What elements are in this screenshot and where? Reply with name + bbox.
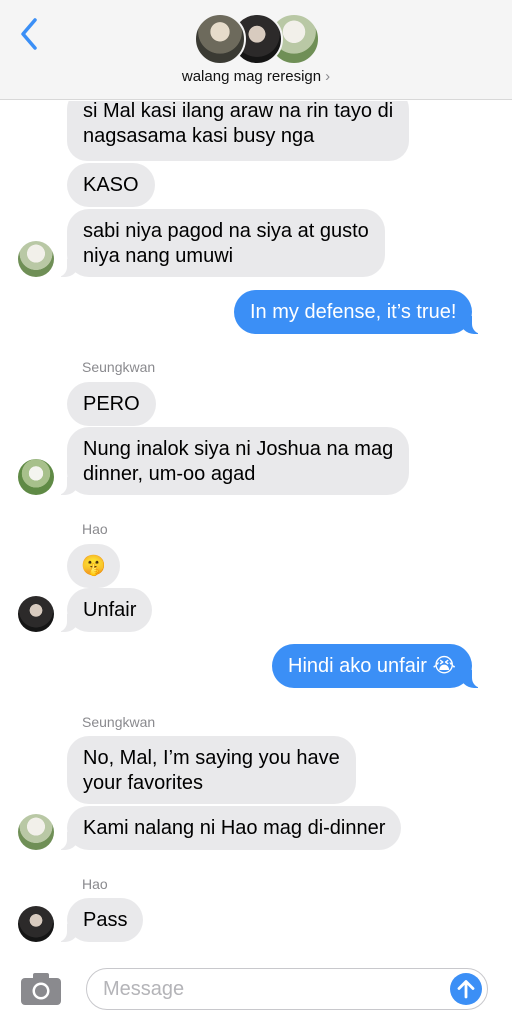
- message-text: In my defense, it’s true!: [250, 301, 457, 323]
- message-text: nagsasama kasi busy nga: [83, 125, 315, 147]
- message-bubble[interactable]: Kami nalang ni Hao mag di-dinner: [56, 806, 402, 850]
- chevron-right-icon: ›: [325, 68, 331, 85]
- message-bubble[interactable]: Nung inalok siya ni Joshua na mag dinner…: [56, 427, 410, 495]
- message-text: sabi niya pagod na siya at gusto: [83, 220, 369, 242]
- message-text: niya nang umuwi: [83, 245, 234, 267]
- message-text: PERO: [83, 393, 140, 415]
- contact-avatar[interactable]: [18, 459, 54, 495]
- send-button[interactable]: [450, 973, 482, 1005]
- group-name: walang mag reresign: [181, 68, 322, 85]
- composer-bar: [0, 958, 512, 1024]
- message-bubble[interactable]: No, Mal, I’m saying you have your favori…: [67, 736, 356, 804]
- outgoing-message-bubble[interactable]: Hindi ako unfair 😭: [272, 644, 482, 688]
- message-list[interactable]: si Mal kasi ilang araw na rin tayo di na…: [0, 101, 512, 957]
- camera-button[interactable]: [20, 972, 62, 1006]
- message-input[interactable]: [86, 968, 488, 1010]
- message-bubble[interactable]: Unfair: [56, 588, 153, 632]
- message-bubble[interactable]: sabi niya pagod na siya at gusto niya na…: [57, 209, 385, 277]
- message-bubble[interactable]: KASO: [67, 163, 155, 207]
- message-bubble[interactable]: Pass: [56, 898, 144, 942]
- message-bubble[interactable]: PERO: [67, 382, 156, 426]
- message-bubble[interactable]: si Mal kasi ilang araw na rin tayo di na…: [67, 101, 410, 161]
- group-avatar-1: [194, 13, 246, 65]
- group-name-link[interactable]: walang mag reresign ›: [0, 68, 512, 85]
- message-text: Pass: [83, 909, 128, 931]
- message-text: your favorites: [83, 772, 204, 794]
- message-emoji: 🤫: [81, 555, 106, 577]
- message-text: Nung inalok siya ni Joshua na mag: [83, 438, 394, 460]
- group-avatars[interactable]: [194, 13, 320, 65]
- message-bubble[interactable]: 🤫: [67, 544, 120, 588]
- message-text: Hindi ako unfair 😭: [288, 655, 456, 677]
- message-text: Kami nalang ni Hao mag di-dinner: [83, 817, 386, 839]
- sender-name: Hao: [82, 876, 108, 892]
- contact-avatar[interactable]: [18, 596, 54, 632]
- message-text: si Mal kasi ilang araw na rin tayo di: [83, 101, 394, 122]
- message-text: Unfair: [83, 599, 137, 621]
- contact-avatar[interactable]: [18, 241, 54, 277]
- sender-name: Hao: [82, 521, 108, 537]
- sender-name: Seungkwan: [82, 714, 156, 730]
- conversation-header: walang mag reresign ›: [0, 0, 512, 100]
- message-text: No, Mal, I’m saying you have: [83, 747, 340, 769]
- back-button[interactable]: [14, 14, 44, 54]
- contact-avatar[interactable]: [18, 906, 54, 942]
- chevron-left-icon: [21, 18, 37, 50]
- message-text: KASO: [83, 174, 139, 196]
- message-text: dinner, um-oo agad: [83, 463, 256, 485]
- arrow-up-icon: [457, 980, 475, 999]
- camera-icon: [21, 973, 61, 1005]
- sender-name: Seungkwan: [82, 359, 156, 375]
- contact-avatar[interactable]: [18, 814, 54, 850]
- outgoing-message-bubble[interactable]: In my defense, it’s true!: [234, 290, 483, 334]
